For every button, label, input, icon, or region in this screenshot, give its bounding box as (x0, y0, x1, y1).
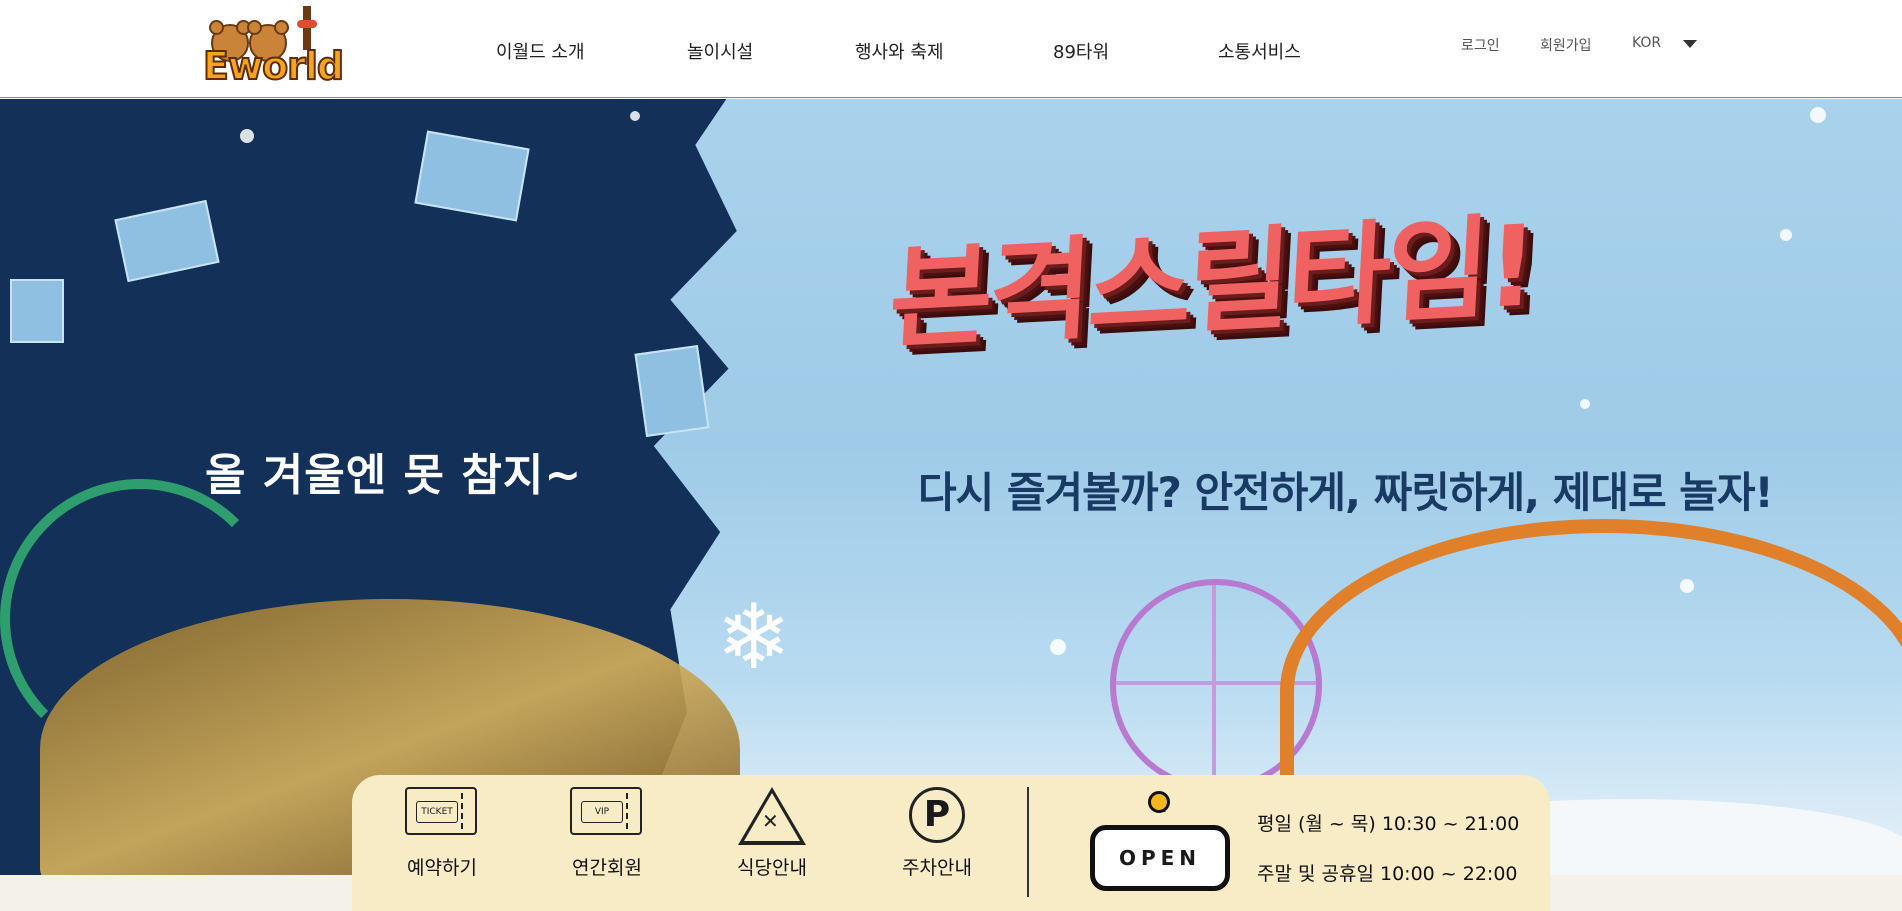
nav-label: 행사와 축제 (855, 42, 944, 63)
nav-label: 89타워 (1053, 42, 1110, 63)
quick-menu-label: 예약하기 (407, 857, 477, 879)
snow-dot (1580, 399, 1590, 409)
restaurant-guide-button[interactable]: ✕ 식당안내 (722, 787, 822, 880)
open-sign: OPEN (1090, 825, 1230, 891)
divider (1027, 787, 1029, 897)
reservation-button[interactable]: TICKET 예약하기 (392, 787, 492, 880)
ticket-icon-text: TICKET (416, 801, 458, 823)
annual-membership-button[interactable]: VIP 연간회원 (557, 787, 657, 880)
snow-dot (1810, 107, 1826, 123)
weekday-hours: 평일 (월 ~ 목) 10:30 ~ 21:00 (1257, 813, 1520, 835)
logo-text: Eworld (202, 43, 345, 89)
nav-label: 놀이시설 (687, 42, 754, 63)
nav-item-community[interactable]: 소통서비스 (1218, 38, 1301, 64)
nav-item-about[interactable]: 이월드 소개 (496, 38, 585, 64)
site-header: Eworld 이월드 소개 놀이시설 행사와 축제 89타워 소통서비스 로그인… (0, 0, 1902, 98)
nav-label: 소통서비스 (1218, 42, 1301, 63)
chevron-down-icon[interactable] (1683, 40, 1697, 48)
snow-dot (240, 129, 254, 143)
signup-link[interactable]: 회원가입 (1540, 35, 1592, 55)
vip-ticket-icon: VIP (570, 787, 644, 839)
quick-menu-label: 연간회원 (572, 857, 642, 879)
quick-menu-label: 식당안내 (737, 857, 807, 879)
parking-icon: P (900, 787, 974, 843)
vip-icon-text: VIP (581, 801, 623, 823)
language-select[interactable]: KOR (1632, 35, 1661, 51)
snow-dot (1050, 639, 1066, 655)
hero-banner[interactable]: ❄ 올 겨울엔 못 참지~ 본격스릴타임! 다시 즐겨볼까? 안전하게, 짜릿하… (0, 99, 1902, 875)
nav-item-89tower[interactable]: 89타워 (1053, 38, 1109, 64)
hero-title: 본격스릴타임! (886, 201, 1537, 365)
eworld-logo[interactable]: Eworld (202, 4, 351, 89)
snowflake-icon: ❄ (716, 585, 792, 690)
login-link[interactable]: 로그인 (1461, 35, 1500, 55)
snow-dot (630, 111, 640, 121)
restaurant-icon: ✕ (735, 787, 809, 845)
ice-chunk (10, 279, 64, 343)
sign-hanger-icon (1148, 791, 1170, 813)
nav-item-events[interactable]: 행사와 축제 (855, 38, 944, 64)
quick-info-bar: TICKET 예약하기 VIP 연간회원 ✕ 식당안내 P 주차안내 OPEN … (352, 775, 1550, 911)
nav-item-rides[interactable]: 놀이시설 (687, 38, 753, 64)
nav-label: 이월드 소개 (496, 42, 585, 63)
parking-icon-text: P (909, 787, 965, 843)
parking-guide-button[interactable]: P 주차안내 (887, 787, 987, 880)
hero-subtitle: 올 겨울엔 못 참지~ (205, 450, 583, 501)
snow-dot (1780, 229, 1792, 241)
quick-menu-label: 주차안내 (902, 857, 972, 879)
ice-chunk (634, 344, 710, 438)
ticket-icon: TICKET (405, 787, 479, 839)
weekend-hours: 주말 및 공휴일 10:00 ~ 22:00 (1257, 863, 1518, 885)
hero-caption: 다시 즐겨볼까? 안전하게, 짜릿하게, 제대로 놀자! (918, 468, 1774, 517)
